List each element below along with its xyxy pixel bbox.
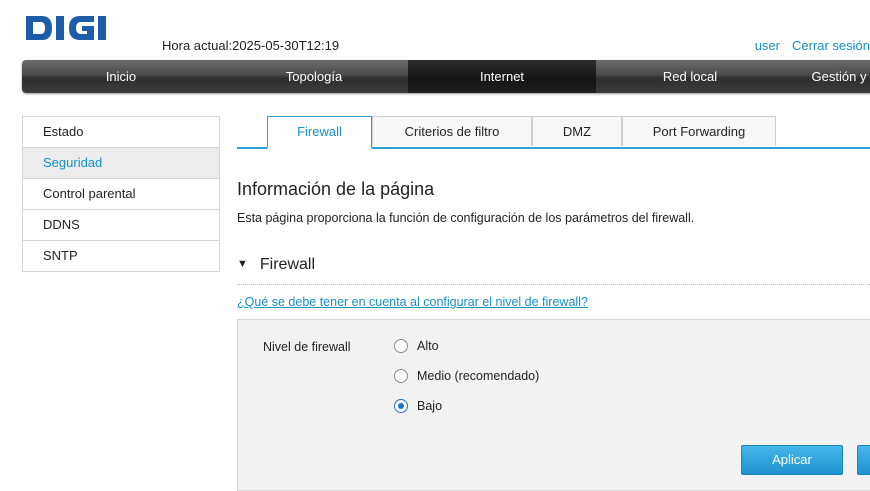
sidebar: Estado Seguridad Control parental DDNS S…: [22, 116, 220, 272]
sidebar-item-sntp[interactable]: SNTP: [23, 241, 219, 272]
main-nav: Inicio Topología Internet Red local Gest…: [22, 60, 870, 93]
nav-item-red-local[interactable]: Red local: [596, 60, 784, 93]
radio-option-alto[interactable]: Alto: [394, 337, 439, 355]
current-time-label: Hora actual:: [162, 38, 233, 53]
radio-label: Bajo: [417, 399, 443, 413]
nav-item-internet[interactable]: Internet: [408, 60, 596, 93]
sidebar-item-ddns[interactable]: DDNS: [23, 210, 219, 241]
radio-button[interactable]: [394, 338, 408, 353]
nav-item-topologia[interactable]: Topología: [220, 60, 408, 93]
digi-logo: [26, 16, 106, 40]
apply-button[interactable]: Aplicar: [741, 445, 843, 475]
sidebar-item-control-parental[interactable]: Control parental: [23, 179, 219, 210]
current-time-value: 2025-05-30T12:19: [232, 38, 340, 53]
section-title: Firewall: [259, 256, 316, 273]
nav-item-inicio[interactable]: Inicio: [22, 60, 220, 93]
tab-port-forwarding[interactable]: Port Forwarding: [622, 116, 776, 146]
tab-dmz[interactable]: DMZ: [532, 116, 622, 146]
nav-item-gestion[interactable]: Gestión y: [784, 60, 870, 93]
secondary-button[interactable]: [857, 445, 870, 475]
radio-button[interactable]: [394, 368, 408, 383]
firewall-help-link[interactable]: ¿Qué se debe tener en cuenta al configur…: [237, 295, 588, 309]
radio-label: Medio (recomendado): [417, 369, 540, 383]
radio-option-bajo[interactable]: Bajo: [394, 397, 442, 415]
current-time: Hora actual:2025-05-30T12:19: [162, 38, 339, 53]
firewall-level-label: Nivel de firewall: [263, 340, 351, 354]
page-description: Esta página proporciona la función de co…: [237, 211, 695, 225]
page-title: Información de la página: [237, 179, 435, 199]
radio-label: Alto: [417, 339, 439, 353]
radio-button-checked[interactable]: [394, 398, 408, 413]
logout-link[interactable]: Cerrar sesión: [792, 38, 870, 53]
tab-criterios-de-filtro[interactable]: Criterios de filtro: [372, 116, 532, 146]
tab-firewall[interactable]: Firewall: [267, 116, 372, 149]
section-divider: [237, 284, 870, 285]
section-header-firewall[interactable]: ▼ Firewall: [237, 256, 315, 274]
triangle-down-icon: ▼: [237, 258, 248, 270]
radio-option-medio[interactable]: Medio (recomendado): [394, 367, 539, 385]
tab-bar: Firewall Criterios de filtro DMZ Port Fo…: [237, 116, 870, 149]
firewall-settings-panel: Nivel de firewall Alto Medio (recomendad…: [237, 319, 870, 491]
sidebar-item-estado[interactable]: Estado: [23, 117, 219, 148]
sidebar-item-seguridad[interactable]: Seguridad: [23, 148, 219, 179]
user-link[interactable]: user: [755, 38, 780, 53]
